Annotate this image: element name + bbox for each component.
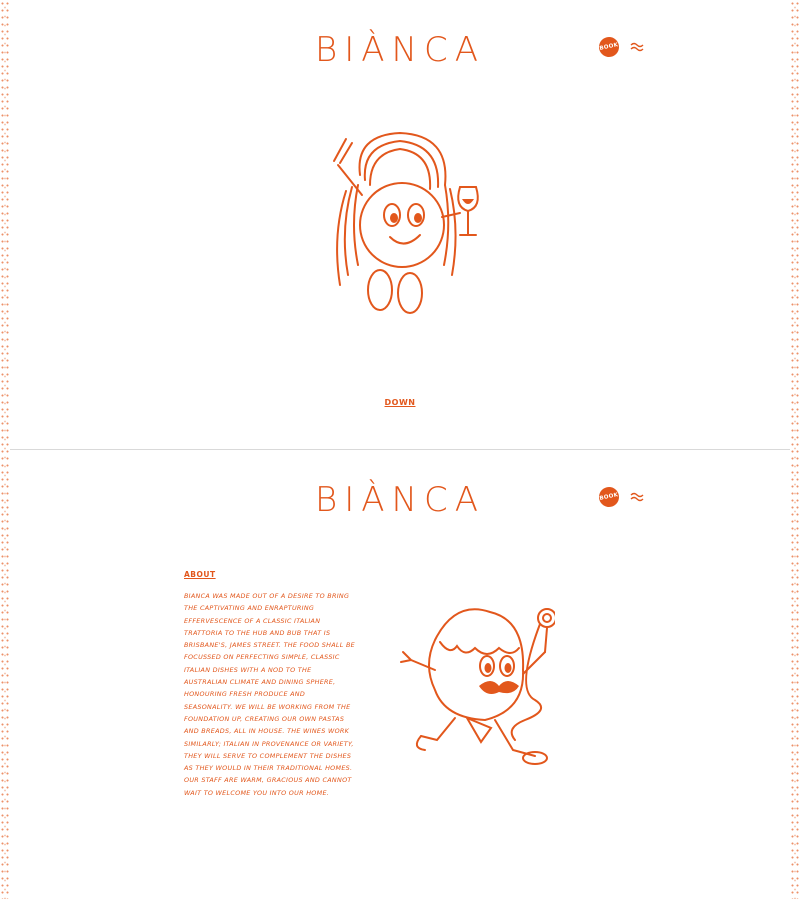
about-section: BIÀNCA BOOK ABOUT Bianca was made out of… [0,450,800,899]
spaghetti-character-illustration [333,131,479,314]
meatball-character-illustration [400,608,555,765]
wave-menu-icon[interactable] [630,40,644,54]
logo[interactable]: BIÀNCA [0,30,800,70]
logo-repeat[interactable]: BIÀNCA [0,480,800,520]
about-heading: ABOUT [184,570,216,579]
hero-section: BIÀNCA BOOK DOWN [0,0,800,449]
about-body-text: Bianca was made out of a desire to bring… [184,592,355,797]
wave-menu-icon-repeat[interactable] [630,490,644,504]
scroll-down-link[interactable]: DOWN [0,398,800,407]
